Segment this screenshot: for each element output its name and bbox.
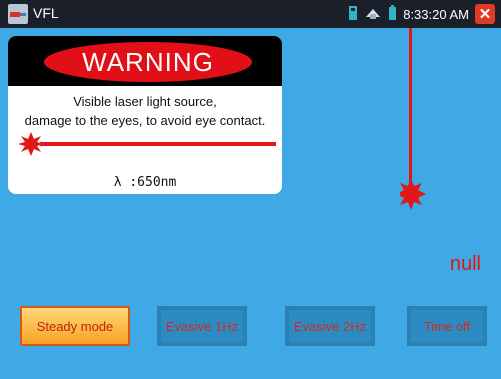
clock: 8:33:20 AM bbox=[403, 6, 469, 22]
app-icon bbox=[8, 4, 28, 24]
title-bar: VFL 8:33:20 AM ✕ bbox=[0, 0, 501, 28]
laser-warning-card: WARNING Visible laser light source, dama… bbox=[8, 36, 282, 194]
warning-header: WARNING bbox=[8, 36, 282, 86]
wavelength-label: λ :650nm bbox=[113, 175, 177, 190]
laser-beam-indicator bbox=[396, 28, 430, 223]
time-off-button[interactable]: Time off bbox=[407, 306, 487, 346]
evasive-2hz-button[interactable]: Evasive 2Hz bbox=[285, 306, 375, 346]
steady-mode-button[interactable]: Steady mode bbox=[20, 306, 130, 346]
status-value: null bbox=[449, 253, 481, 275]
warning-oval: WARNING bbox=[44, 42, 252, 82]
evasive-1hz-button[interactable]: Evasive 1Hz bbox=[157, 306, 247, 346]
warning-text-line1: Visible laser light source, bbox=[73, 94, 217, 109]
close-button[interactable]: ✕ bbox=[475, 4, 495, 24]
app-title: VFL bbox=[33, 5, 59, 21]
status-area: 8:33:20 AM ✕ bbox=[348, 4, 495, 24]
warning-heading: WARNING bbox=[82, 46, 214, 77]
connection-icon bbox=[364, 6, 382, 23]
laser-line bbox=[40, 142, 276, 146]
warning-text-line2: damage to the eyes, to avoid eye contact… bbox=[24, 113, 266, 128]
sd-card-icon bbox=[348, 5, 358, 24]
battery-icon bbox=[388, 4, 397, 24]
laser-beam-illustration bbox=[18, 132, 278, 161]
beam-line bbox=[409, 28, 412, 188]
laser-spot-icon bbox=[396, 178, 426, 210]
